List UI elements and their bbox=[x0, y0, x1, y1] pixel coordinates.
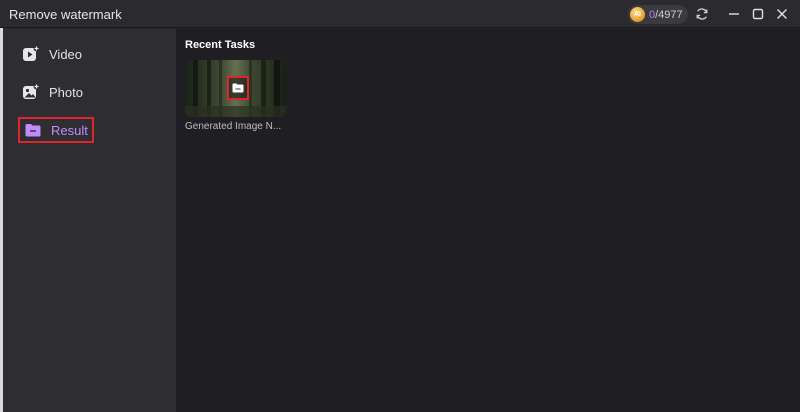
maximize-button[interactable] bbox=[748, 5, 768, 23]
section-title: Recent Tasks bbox=[185, 39, 256, 51]
title-bar: Remove watermark AI 0/4977 bbox=[0, 0, 800, 28]
minimize-button[interactable] bbox=[724, 5, 744, 23]
window-title: Remove watermark bbox=[9, 7, 122, 22]
task-name: Generated Image N... bbox=[185, 121, 282, 132]
photo-add-icon bbox=[22, 83, 40, 101]
folder-icon bbox=[24, 121, 42, 139]
sidebar-item-label: Photo bbox=[49, 84, 83, 100]
app-window: Remove watermark AI 0/4977 Video Photo R… bbox=[0, 0, 800, 412]
coin-icon: AI bbox=[630, 7, 645, 22]
task-thumbnail[interactable] bbox=[185, 60, 286, 117]
credits-badge[interactable]: AI 0/4977 bbox=[628, 5, 688, 24]
main-content: Recent Tasks Generated Image N... bbox=[176, 29, 800, 412]
sidebar-item-video[interactable]: Video bbox=[18, 41, 94, 67]
maximize-icon bbox=[752, 8, 764, 20]
refresh-icon bbox=[696, 8, 708, 20]
sidebar-item-label: Video bbox=[49, 46, 83, 62]
sidebar-item-result[interactable]: Result bbox=[18, 117, 94, 143]
sidebar-item-label: Result bbox=[51, 122, 88, 138]
minimize-icon bbox=[729, 13, 739, 15]
video-add-icon bbox=[22, 45, 40, 63]
folder-icon bbox=[232, 83, 244, 93]
open-folder-button[interactable] bbox=[227, 76, 249, 100]
credits-count: 0/4977 bbox=[649, 8, 683, 21]
sidebar-item-photo[interactable]: Photo bbox=[18, 79, 94, 105]
refresh-button[interactable] bbox=[692, 5, 712, 23]
sidebar: Video Photo Result bbox=[3, 29, 176, 412]
close-button[interactable] bbox=[772, 5, 792, 23]
close-icon bbox=[777, 9, 787, 19]
